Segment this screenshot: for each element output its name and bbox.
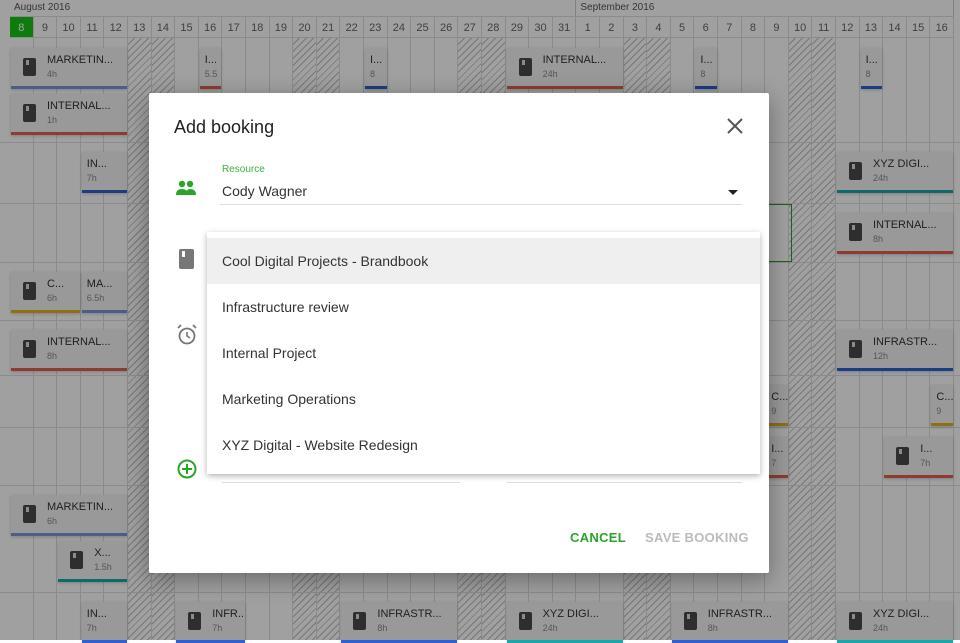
project-option[interactable]: Marketing Operations: [207, 376, 760, 422]
project-option[interactable]: XYZ Digital - Website Redesign: [207, 422, 760, 468]
resource-label: Resource: [222, 164, 265, 175]
save-booking-button[interactable]: SAVE BOOKING: [645, 530, 749, 545]
start-field-underline[interactable]: [222, 482, 460, 483]
resource-underline: [220, 204, 742, 205]
end-field-underline[interactable]: [507, 482, 742, 483]
close-icon[interactable]: [723, 115, 747, 137]
project-book-icon: [179, 249, 194, 274]
cancel-button[interactable]: CANCEL: [570, 530, 626, 545]
resource-value[interactable]: Cody Wagner: [222, 183, 307, 199]
project-option[interactable]: Cool Digital Projects - Brandbook: [207, 238, 760, 284]
add-booking-dialog: Add booking Resource Cody Wagner Cool Di…: [149, 93, 769, 573]
dialog-title: Add booking: [174, 117, 275, 137]
alarm-clock-icon: [177, 324, 197, 350]
project-option[interactable]: Infrastructure review: [207, 284, 760, 330]
people-icon: [175, 180, 197, 201]
add-circle-icon[interactable]: [177, 459, 197, 484]
project-option[interactable]: Internal Project: [207, 330, 760, 376]
project-dropdown-menu: Cool Digital Projects - Brandbook Infras…: [207, 232, 760, 474]
dropdown-arrow-icon[interactable]: [728, 190, 738, 195]
